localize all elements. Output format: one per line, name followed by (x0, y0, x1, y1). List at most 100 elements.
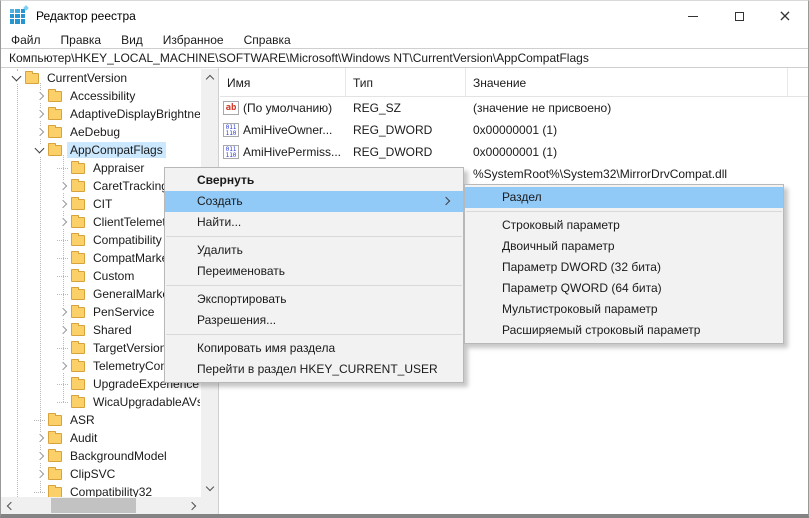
context-menu-item[interactable]: Экспортировать (165, 289, 463, 310)
folder-icon (48, 469, 62, 480)
submenu-item[interactable]: Двоичный параметр (465, 236, 783, 257)
folder-icon (71, 379, 85, 390)
submenu-item[interactable]: Параметр DWORD (32 бита) (465, 257, 783, 278)
tree-item[interactable]: Audit (1, 429, 200, 447)
chevron-right-icon[interactable] (57, 324, 69, 336)
value-data-cell: 0x00000001 (1) (466, 123, 808, 137)
dword-value-icon (223, 123, 239, 137)
folder-icon (48, 127, 62, 138)
context-menu-item[interactable]: Найти... (165, 212, 463, 233)
tree-item-label: WicaUpgradableAVs (90, 394, 200, 410)
context-menu-item[interactable]: Свернуть (165, 170, 463, 191)
minimize-button[interactable] (670, 1, 716, 31)
menubar-item[interactable]: Вид (111, 33, 153, 47)
tree-horizontal-scrollbar[interactable] (1, 497, 202, 514)
chevron-right-icon[interactable] (34, 450, 46, 462)
scroll-down-arrow-icon[interactable] (201, 480, 218, 497)
chevron-right-icon[interactable] (34, 108, 46, 120)
tree-item-label: CurrentVersion (44, 70, 130, 86)
list-header: ИмяТипЗначение (220, 68, 808, 97)
value-type-cell: REG_DWORD (346, 145, 466, 159)
tree-item-label: Shared (90, 322, 135, 338)
submenu-item[interactable]: Раздел (465, 187, 783, 208)
value-data-cell: %SystemRoot%\System32\MirrorDrvCompat.dl… (466, 167, 808, 181)
tree-item-label: AeDebug (67, 124, 123, 140)
registry-value-row[interactable]: AmiHivePermiss...REG_DWORD0x00000001 (1) (220, 141, 808, 163)
context-menu-item[interactable]: Удалить (165, 240, 463, 261)
scroll-left-arrow-icon[interactable] (1, 497, 18, 514)
registry-value-row[interactable]: AmiHiveOwner... REG_DWORD0x00000001 (1) (220, 119, 808, 141)
chevron-down-icon[interactable] (11, 72, 23, 84)
column-header[interactable]: Значение (466, 68, 788, 96)
folder-icon (71, 397, 85, 408)
horizontal-scroll-thumb[interactable] (51, 498, 136, 513)
menubar-item[interactable]: Правка (51, 33, 112, 47)
tree-item[interactable]: WicaUpgradableAVs (1, 393, 200, 411)
title-bar: Редактор реестра × (1, 1, 808, 31)
chevron-right-icon[interactable] (57, 360, 69, 372)
menubar-item[interactable]: Избранное (153, 33, 234, 47)
tree-item-label: ClipSVC (67, 466, 118, 482)
chevron-right-icon[interactable] (57, 306, 69, 318)
tree-item-label: Appraiser (90, 160, 147, 176)
tree-item[interactable]: ASR (1, 411, 200, 429)
folder-icon (48, 433, 62, 444)
context-menu-item[interactable]: Разрешения... (165, 310, 463, 331)
tree-item-label: Compatibility32 (67, 484, 155, 497)
tree-item[interactable]: ClipSVC (1, 465, 200, 483)
submenu-item[interactable]: Мультистроковый параметр (465, 299, 783, 320)
menu-separator (466, 211, 782, 212)
value-data-cell: 0x00000001 (1) (466, 145, 808, 159)
tree-item-label: TelemetryCont (90, 358, 173, 374)
value-name: AmiHiveOwner... (243, 123, 332, 137)
tree-item[interactable]: AppCompatFlags (1, 141, 200, 159)
tree-connector (57, 288, 69, 300)
chevron-right-icon[interactable] (34, 126, 46, 138)
tree-item-label: Audit (67, 430, 100, 446)
tree-item[interactable]: Compatibility32 (1, 483, 200, 497)
value-name-cell: AmiHiveOwner... (220, 123, 346, 137)
menubar-item[interactable]: Справка (234, 33, 301, 47)
submenu-item[interactable]: Расширяемый строковый параметр (465, 320, 783, 341)
folder-icon (71, 271, 85, 282)
submenu-item[interactable]: Параметр QWORD (64 бита) (465, 278, 783, 299)
context-menu-item[interactable]: Создать (165, 191, 463, 212)
close-button[interactable]: × (762, 1, 808, 31)
menubar-item[interactable]: Файл (1, 33, 51, 47)
tree-item[interactable]: CurrentVersion (1, 69, 200, 87)
maximize-button[interactable] (716, 1, 762, 31)
address-bar[interactable]: Компьютер\HKEY_LOCAL_MACHINE\SOFTWARE\Mi… (1, 48, 808, 68)
value-type-cell: REG_DWORD (346, 123, 466, 137)
chevron-right-icon[interactable] (34, 432, 46, 444)
chevron-right-icon[interactable] (34, 468, 46, 480)
registry-value-row[interactable]: (По умолчанию)REG_SZ(значение не присвое… (220, 97, 808, 119)
chevron-right-icon[interactable] (34, 90, 46, 102)
scroll-up-arrow-icon[interactable] (201, 69, 218, 86)
column-header[interactable]: Имя (220, 68, 346, 96)
context-menu-item[interactable]: Переименовать (165, 261, 463, 282)
context-menu: СвернутьСоздатьНайти... УдалитьПереименов… (164, 167, 464, 383)
window-title: Редактор реестра (36, 9, 136, 23)
scroll-right-arrow-icon[interactable] (185, 497, 202, 514)
context-menu-item[interactable]: Копировать имя раздела (165, 338, 463, 359)
tree-item[interactable]: AeDebug (1, 123, 200, 141)
context-menu-item[interactable]: Перейти в раздел HKEY_CURRENT_USER (165, 359, 463, 380)
tree-item-label: BackgroundModel (67, 448, 170, 464)
tree-item[interactable]: Accessibility (1, 87, 200, 105)
chevron-down-icon[interactable] (34, 144, 46, 156)
tree-item[interactable]: AdaptiveDisplayBrightne (1, 105, 200, 123)
chevron-right-icon[interactable] (57, 198, 69, 210)
window-controls: × (670, 1, 808, 31)
chevron-right-icon[interactable] (57, 216, 69, 228)
chevron-right-icon[interactable] (57, 180, 69, 192)
value-name: (По умолчанию) (243, 101, 332, 115)
menu-separator (166, 285, 462, 286)
tree-item[interactable]: BackgroundModel (1, 447, 200, 465)
tree-connector (57, 378, 69, 390)
tree-item-label: AppCompatFlags (67, 142, 166, 158)
folder-icon (71, 253, 85, 264)
submenu-item[interactable]: Строковый параметр (465, 215, 783, 236)
tree-connector (57, 162, 69, 174)
column-header[interactable]: Тип (346, 68, 466, 96)
folder-icon (71, 181, 85, 192)
